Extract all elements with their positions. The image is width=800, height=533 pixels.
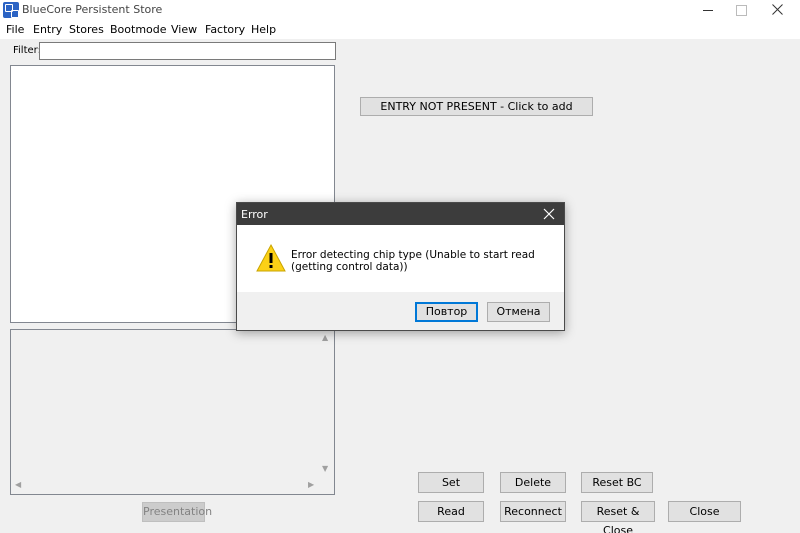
- title-bar: BlueCore Persistent Store: [0, 0, 800, 20]
- presentation-button[interactable]: Presentation: [142, 502, 212, 522]
- app-icon: [3, 2, 19, 18]
- entry-not-present-button[interactable]: ENTRY NOT PRESENT - Click to add: [360, 97, 593, 116]
- scroll-left-icon[interactable]: ◀: [15, 480, 21, 489]
- error-dialog: Error Error detecting chip type (Unable …: [236, 202, 565, 331]
- menu-bootmode[interactable]: Bootmode: [110, 23, 167, 36]
- menu-bar: File Entry Stores Bootmode View Factory …: [0, 20, 800, 39]
- scroll-right-icon[interactable]: ▶: [308, 480, 314, 489]
- filter-input[interactable]: [39, 42, 336, 60]
- dialog-title-bar: Error: [237, 203, 564, 225]
- window-title: BlueCore Persistent Store: [22, 3, 163, 16]
- filter-label: Filter:: [13, 45, 41, 56]
- menu-stores[interactable]: Stores: [69, 23, 104, 36]
- close-button[interactable]: Close: [668, 501, 741, 522]
- horizontal-scrollbar[interactable]: ◀ ▶: [11, 477, 318, 494]
- dialog-close-icon[interactable]: [542, 207, 556, 221]
- retry-button[interactable]: Повтор: [415, 302, 478, 322]
- menu-help[interactable]: Help: [251, 23, 276, 36]
- close-window-button[interactable]: [754, 0, 800, 20]
- dialog-message: Error detecting chip type (Unable to sta…: [291, 249, 535, 273]
- menu-view[interactable]: View: [171, 23, 197, 36]
- scroll-down-icon[interactable]: ▼: [322, 464, 328, 473]
- reconnect-button[interactable]: Reconnect: [500, 501, 566, 522]
- cancel-button[interactable]: Отмена: [487, 302, 550, 322]
- reset-bc-button[interactable]: Reset BC: [581, 472, 653, 493]
- vertical-scrollbar[interactable]: ▲ ▼: [318, 330, 334, 477]
- read-button[interactable]: Read: [418, 501, 484, 522]
- value-pane[interactable]: ▲ ▼ ◀ ▶: [10, 329, 335, 495]
- reset-close-button[interactable]: Reset & Close: [581, 501, 655, 533]
- dialog-title: Error: [241, 208, 268, 221]
- dialog-footer: Повтор Отмена: [237, 292, 564, 330]
- menu-entry[interactable]: Entry: [33, 23, 62, 36]
- delete-button[interactable]: Delete: [500, 472, 566, 493]
- menu-file[interactable]: File: [6, 23, 24, 36]
- warning-icon: [256, 243, 286, 272]
- close-icon: [771, 4, 783, 15]
- menu-factory[interactable]: Factory: [205, 23, 245, 36]
- set-button[interactable]: Set: [418, 472, 484, 493]
- scroll-up-icon[interactable]: ▲: [322, 333, 328, 342]
- scroll-corner: [317, 477, 334, 494]
